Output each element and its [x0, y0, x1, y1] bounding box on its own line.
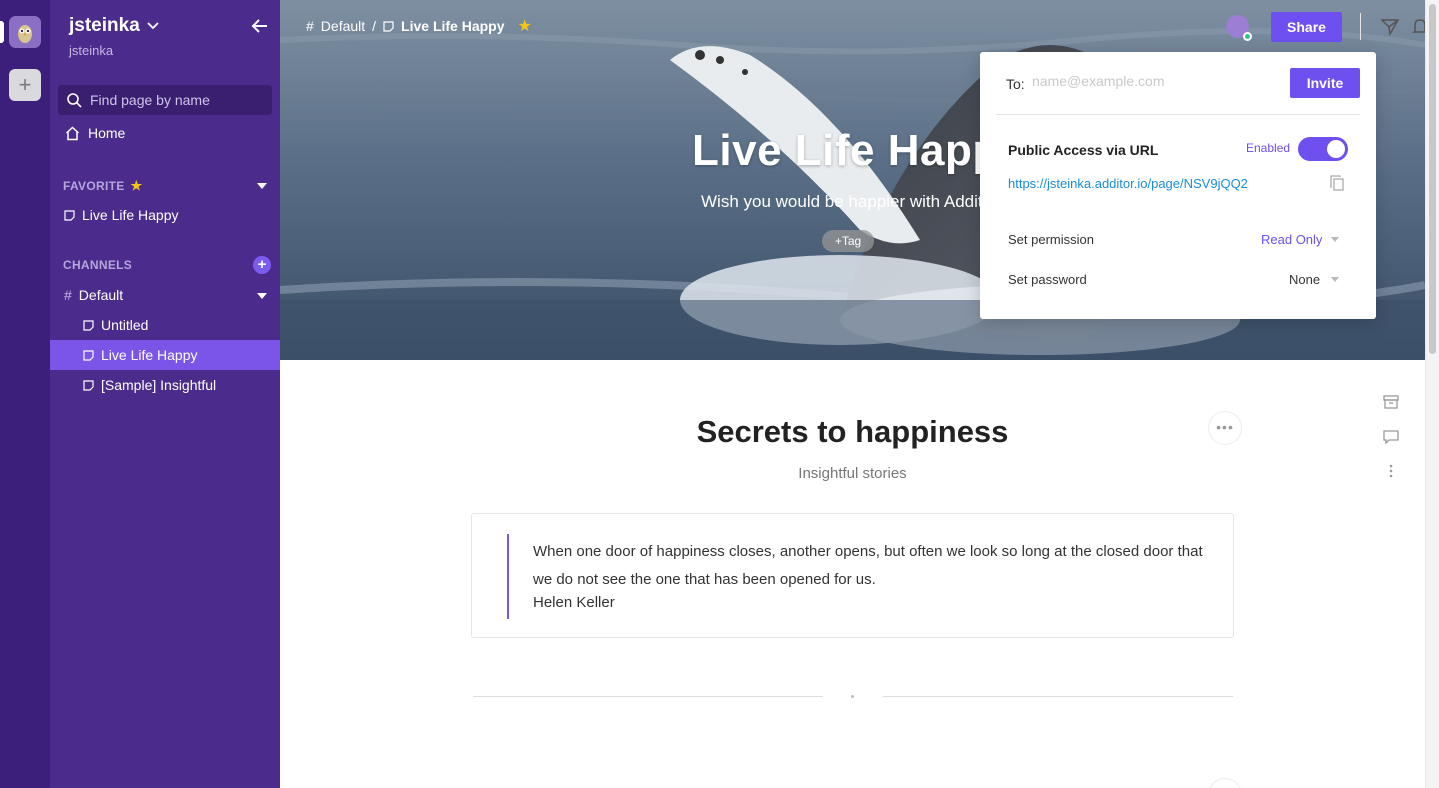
share-popup: To: Invite Public Access via URL Enabled…	[980, 52, 1376, 319]
channel-item-default[interactable]: # Default	[50, 280, 280, 310]
add-channel-button[interactable]: +	[253, 256, 271, 274]
favorite-section-header: FAVORITE ★	[63, 178, 143, 193]
public-access-label: Public Access via URL	[1008, 142, 1159, 158]
search-input[interactable]	[90, 92, 260, 108]
permission-label: Set permission	[1008, 232, 1094, 247]
channel-collapse-icon[interactable]	[257, 293, 267, 299]
password-select[interactable]: None	[1289, 272, 1320, 287]
chevron-down-icon	[147, 22, 159, 30]
scrollbar-thumb[interactable]	[1429, 4, 1436, 354]
sidebar-item-label: Home	[88, 125, 126, 141]
section-divider	[473, 696, 823, 697]
divider-dot	[851, 695, 854, 698]
page-item[interactable]: Untitled	[50, 310, 280, 340]
password-label: Set password	[1008, 272, 1087, 287]
hash-icon: #	[306, 18, 314, 34]
quote-block[interactable]: When one door of happiness closes, anoth…	[471, 513, 1234, 638]
toolbar-divider	[1360, 13, 1361, 40]
invite-email-input[interactable]	[1032, 73, 1252, 89]
public-access-status: Enabled	[1246, 141, 1291, 155]
toggle-knob	[1327, 140, 1345, 158]
more-options-button[interactable]: •••	[1208, 411, 1242, 445]
page-subtitle[interactable]: Wish you would be happier with Additor	[701, 192, 998, 212]
online-status-indicator	[1243, 32, 1252, 41]
sidebar-item-label: Live Life Happy	[82, 207, 179, 223]
workspace-avatar[interactable]	[9, 16, 41, 48]
invite-button[interactable]: Invite	[1290, 68, 1360, 98]
sidebar-item-label: Live Life Happy	[101, 347, 198, 363]
favorite-collapse-icon[interactable]	[257, 183, 267, 189]
section-divider	[883, 696, 1233, 697]
scrollbar[interactable]	[1425, 0, 1439, 788]
add-workspace-button[interactable]: +	[9, 69, 41, 101]
search-icon	[67, 92, 82, 108]
home-icon	[65, 125, 80, 140]
more-options-button[interactable]	[1208, 778, 1242, 788]
page-icon	[83, 349, 94, 361]
page-icon	[83, 319, 94, 331]
section-subtitle[interactable]: Insightful stories	[280, 465, 1425, 482]
page-title[interactable]: Live Life Happy	[692, 126, 1025, 176]
owl-icon	[9, 16, 41, 48]
add-tag-button[interactable]: +Tag	[822, 230, 874, 252]
breadcrumb-separator: /	[372, 18, 377, 34]
page-icon	[64, 209, 75, 221]
chevron-down-icon[interactable]	[1331, 277, 1339, 282]
channels-section-header: CHANNELS	[63, 258, 133, 272]
page-search[interactable]	[58, 85, 272, 115]
comment-icon[interactable]	[1382, 428, 1400, 446]
public-url-link[interactable]: https://jsteinka.additor.io/page/NSV9jQQ…	[1008, 176, 1248, 191]
active-workspace-marker	[0, 21, 4, 43]
public-access-toggle[interactable]	[1298, 137, 1348, 161]
workspace-name: jsteinka	[69, 15, 140, 36]
star-icon: ★	[130, 178, 143, 193]
archive-icon[interactable]	[1382, 393, 1400, 411]
page-icon	[83, 379, 94, 391]
sidebar-item-label: [Sample] Insightful	[101, 377, 217, 393]
permission-select[interactable]: Read Only	[1261, 232, 1322, 247]
workspace-rail: +	[0, 0, 50, 788]
breadcrumb-channel[interactable]: Default	[321, 18, 365, 34]
quote-text[interactable]: When one door of happiness closes, anoth…	[533, 538, 1213, 594]
collapse-sidebar-icon[interactable]	[249, 15, 271, 37]
breadcrumb: # Default / Live Life Happy ★	[306, 16, 532, 36]
quote-bar	[507, 534, 509, 619]
section-title[interactable]: Secrets to happiness	[280, 414, 1425, 450]
chevron-down-icon[interactable]	[1331, 237, 1339, 242]
to-label: To:	[1006, 76, 1025, 92]
copy-icon[interactable]	[1329, 175, 1345, 191]
favorite-star-icon[interactable]: ★	[518, 16, 532, 36]
kebab-menu-icon[interactable]	[1382, 462, 1400, 480]
favorite-item[interactable]: Live Life Happy	[50, 200, 280, 230]
sidebar: jsteinka jsteinka Home FAVORITE ★ Live L…	[50, 0, 280, 788]
bell-icon[interactable]	[1412, 17, 1426, 37]
workspace-switcher[interactable]: jsteinka	[69, 15, 159, 37]
popup-divider	[996, 114, 1360, 115]
share-button[interactable]: Share	[1271, 12, 1342, 42]
hash-icon: #	[64, 287, 72, 303]
breadcrumb-page[interactable]: Live Life Happy	[401, 18, 504, 34]
user-avatar[interactable]	[1226, 15, 1252, 41]
page-icon	[383, 20, 394, 32]
send-icon[interactable]	[1380, 17, 1400, 37]
workspace-user: jsteinka	[69, 43, 114, 58]
page-item[interactable]: [Sample] Insightful	[50, 370, 280, 400]
sidebar-item-label: Untitled	[101, 317, 149, 333]
page-item-selected[interactable]: Live Life Happy	[50, 340, 280, 370]
quote-author[interactable]: Helen Keller	[533, 594, 615, 611]
sidebar-item-label: Default	[78, 287, 124, 303]
sidebar-item-home[interactable]: Home	[65, 125, 125, 141]
